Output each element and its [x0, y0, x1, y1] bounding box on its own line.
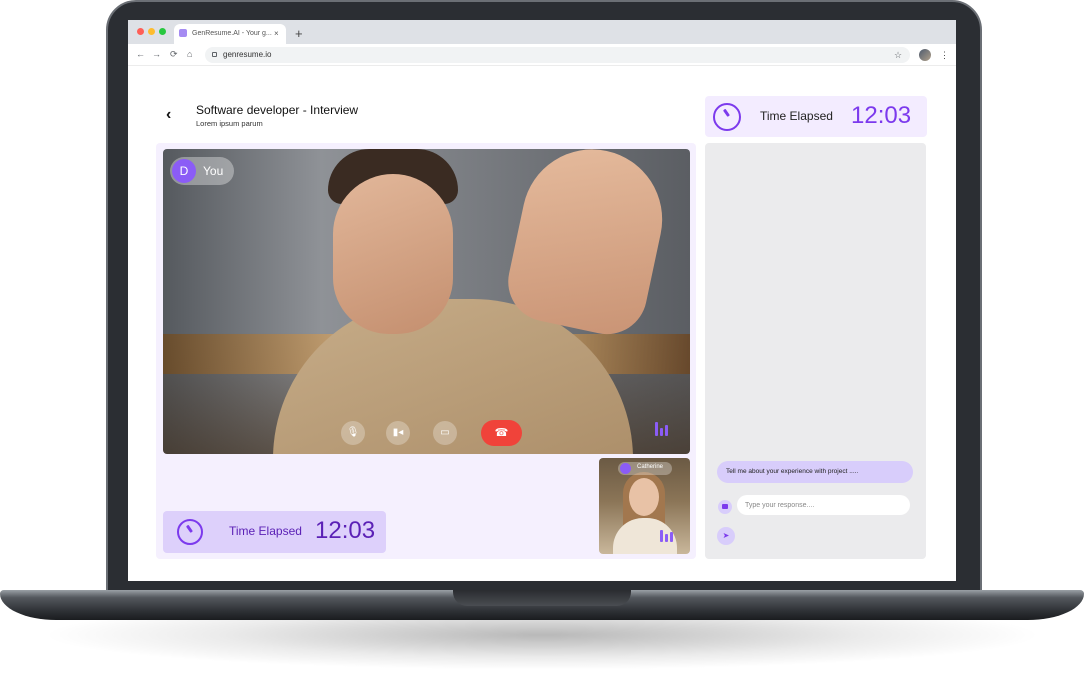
lock-icon [212, 52, 217, 57]
window-minimize-dot[interactable] [148, 28, 155, 35]
timer-label: Time Elapsed [760, 109, 833, 123]
back-arrow-icon[interactable]: ← [136, 46, 145, 62]
microphone-icon[interactable]: 🎙 [341, 421, 365, 445]
camera-icon[interactable]: ▮◂ [386, 421, 410, 445]
main-video-feed [163, 149, 690, 454]
self-avatar: D [172, 159, 196, 183]
browser-menu-icon[interactable]: ⋮ [940, 47, 949, 63]
profile-avatar[interactable] [919, 49, 931, 61]
audio-level-bar [665, 425, 668, 436]
new-tab-button[interactable]: + [295, 24, 303, 44]
laptop-notch [453, 590, 631, 606]
bot-avatar-icon [620, 463, 631, 474]
audio-level-icon [655, 422, 658, 436]
back-chevron-icon[interactable]: ‹ [166, 106, 171, 124]
interviewer-audio-bar [665, 534, 668, 542]
response-input[interactable] [737, 495, 910, 515]
window-close-dot[interactable] [137, 28, 144, 35]
interviewer-face [629, 478, 659, 516]
url-field[interactable]: genresume.io [205, 47, 910, 63]
forward-arrow-icon[interactable]: → [152, 46, 161, 62]
screen: GenResume.AI - Your g... × + ← → ⟳ ⌂ gen… [128, 20, 956, 581]
reload-icon[interactable]: ⟳ [170, 46, 178, 62]
bot-face-icon [722, 504, 728, 509]
window-maximize-dot[interactable] [159, 28, 166, 35]
interviewer-audio-icon [660, 530, 663, 542]
waving-hand [500, 149, 676, 342]
send-icon[interactable]: ➤ [717, 527, 735, 545]
home-icon[interactable]: ⌂ [187, 46, 192, 62]
person-face [333, 174, 453, 334]
browser-tab[interactable]: GenResume.AI - Your g... [174, 24, 286, 44]
screen-share-icon[interactable]: ▭ [433, 421, 457, 445]
tab-close-icon[interactable]: × [274, 24, 279, 44]
page-subtitle: Lorem ipsum parum [196, 119, 263, 128]
interviewer-audio-bar [670, 532, 673, 542]
self-name: You [203, 164, 224, 178]
timer-value: 12:03 [851, 102, 912, 129]
interviewer-name: Catherine [637, 464, 664, 470]
favicon-icon [179, 29, 187, 37]
page-title: Software developer - Interview [196, 103, 359, 117]
end-call-button[interactable]: ☎ [481, 420, 522, 446]
timer-value: 12:03 [315, 517, 376, 544]
timer-label: Time Elapsed [229, 524, 302, 538]
bookmark-star-icon[interactable]: ☆ [894, 47, 902, 63]
bot-message: Tell me about your experience with proje… [717, 461, 913, 483]
audio-level-bar [660, 428, 663, 436]
